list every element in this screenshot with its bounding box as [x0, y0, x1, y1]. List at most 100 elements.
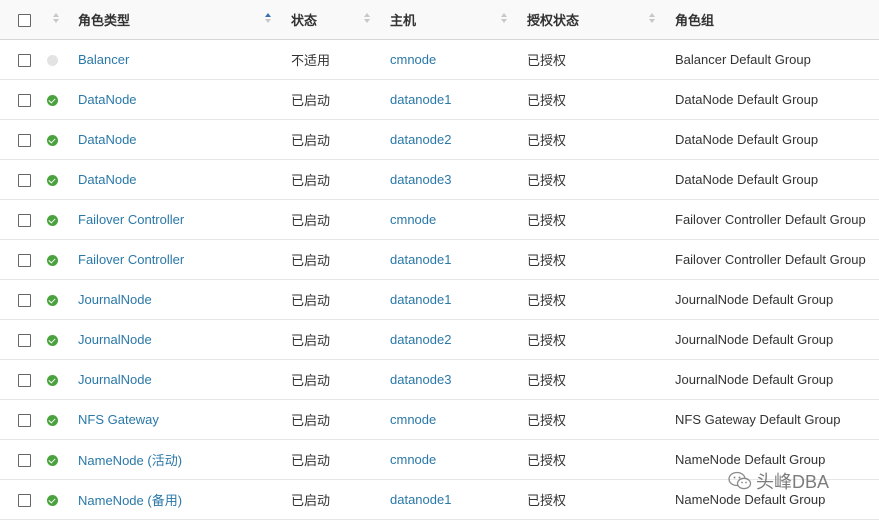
watermark-text: 头峰DBA [756, 472, 830, 492]
row-select-cell[interactable] [0, 359, 44, 399]
row-select-cell[interactable] [0, 439, 44, 479]
host-link[interactable]: datanode1 [390, 492, 451, 507]
status-column-header[interactable] [44, 0, 66, 40]
auth-cell: 已授权 [527, 52, 567, 68]
column-header-auth[interactable]: 授权状态 [515, 0, 663, 40]
role-type-cell: DataNode [66, 79, 279, 119]
role-group-cell: JournalNode Default Group [675, 371, 834, 387]
row-checkbox[interactable] [18, 453, 31, 467]
state-cell: 已启动 [291, 92, 331, 108]
status-good-icon [47, 174, 58, 186]
role-type-link[interactable]: Failover Controller [78, 212, 184, 227]
row-status-cell [44, 359, 66, 399]
role-type-link[interactable]: JournalNode [78, 372, 152, 387]
sort-icon[interactable] [649, 13, 655, 25]
host-cell: cmnode [378, 439, 515, 479]
column-header-role-group[interactable]: 角色组 [663, 0, 879, 40]
status-good-icon [47, 254, 58, 266]
state-cell: 已启动 [291, 412, 331, 428]
role-group-cell: DataNode Default Group [675, 171, 819, 187]
role-type-link[interactable]: JournalNode [78, 332, 152, 347]
row-select-cell[interactable] [0, 399, 44, 439]
role-type-link[interactable]: DataNode [78, 172, 137, 187]
row-status-cell [44, 39, 66, 79]
row-status-cell [44, 479, 66, 519]
table-row: JournalNode 已启动 datanode1 已授权 JournalNode De… [0, 279, 879, 319]
auth-cell: 已授权 [527, 412, 567, 428]
role-type-link[interactable]: Balancer [78, 52, 129, 67]
row-checkbox[interactable] [18, 213, 31, 227]
status-good-icon [47, 134, 58, 146]
row-checkbox[interactable] [18, 173, 31, 187]
row-checkbox[interactable] [18, 493, 31, 507]
role-type-link[interactable]: DataNode [78, 92, 137, 107]
row-select-cell[interactable] [0, 79, 44, 119]
status-good-icon [47, 214, 58, 226]
host-link[interactable]: cmnode [390, 212, 436, 227]
column-header-state[interactable]: 状态 [279, 0, 378, 40]
row-checkbox[interactable] [18, 53, 31, 67]
host-link[interactable]: cmnode [390, 452, 436, 467]
row-select-cell[interactable] [0, 479, 44, 519]
watermark: 头峰DBA [728, 468, 829, 494]
host-link[interactable]: datanode3 [390, 372, 451, 387]
row-status-cell [44, 439, 66, 479]
role-type-link[interactable]: NFS Gateway [78, 412, 159, 427]
sort-icon[interactable] [53, 13, 59, 25]
host-cell: datanode2 [378, 319, 515, 359]
table-row: DataNode 已启动 datanode1 已授权 DataNode Default … [0, 79, 879, 119]
row-select-cell[interactable] [0, 319, 44, 359]
row-checkbox[interactable] [18, 93, 31, 107]
select-all-checkbox[interactable] [18, 13, 31, 27]
row-select-cell[interactable] [0, 279, 44, 319]
auth-cell: 已授权 [527, 132, 567, 148]
role-type-link[interactable]: NameNode (活动) [78, 453, 182, 468]
host-link[interactable]: datanode1 [390, 92, 451, 107]
role-type-link[interactable]: Failover Controller [78, 252, 184, 267]
column-header-role-type[interactable]: 角色类型 [66, 0, 279, 40]
role-type-cell: NameNode (备用) [66, 479, 279, 519]
table-row: DataNode 已启动 datanode2 已授权 DataNode Default … [0, 119, 879, 159]
status-good-icon [47, 454, 58, 466]
row-select-cell[interactable] [0, 159, 44, 199]
column-header-host[interactable]: 主机 [378, 0, 515, 40]
sort-ascending-icon[interactable] [265, 13, 271, 25]
row-checkbox[interactable] [18, 373, 31, 387]
state-cell: 已启动 [291, 172, 331, 188]
host-link[interactable]: cmnode [390, 412, 436, 427]
role-type-link[interactable]: JournalNode [78, 292, 152, 307]
role-type-cell: DataNode [66, 119, 279, 159]
host-link[interactable]: datanode1 [390, 252, 451, 267]
column-header-label: 授权状态 [527, 12, 580, 28]
state-cell: 已启动 [291, 372, 331, 388]
row-checkbox[interactable] [18, 413, 31, 427]
row-select-cell[interactable] [0, 199, 44, 239]
sort-icon[interactable] [501, 13, 507, 25]
row-select-cell[interactable] [0, 39, 44, 79]
row-status-cell [44, 159, 66, 199]
column-header-label: 角色类型 [78, 12, 131, 28]
row-checkbox[interactable] [18, 333, 31, 347]
table-row: Failover Controller 已启动 cmnode 已授权 Failover … [0, 199, 879, 239]
row-status-cell [44, 319, 66, 359]
row-select-cell[interactable] [0, 119, 44, 159]
status-none-icon [47, 54, 58, 66]
select-all-header[interactable] [0, 0, 44, 40]
auth-cell: 已授权 [527, 452, 567, 468]
row-checkbox[interactable] [18, 253, 31, 267]
row-checkbox[interactable] [18, 133, 31, 147]
row-status-cell [44, 199, 66, 239]
table-row: JournalNode 已启动 datanode3 已授权 JournalNode De… [0, 359, 879, 399]
host-link[interactable]: datanode3 [390, 172, 451, 187]
host-link[interactable]: datanode2 [390, 332, 451, 347]
row-status-cell [44, 79, 66, 119]
row-select-cell[interactable] [0, 239, 44, 279]
status-good-icon [47, 414, 58, 426]
row-checkbox[interactable] [18, 293, 31, 307]
host-link[interactable]: datanode2 [390, 132, 451, 147]
role-type-link[interactable]: NameNode (备用) [78, 493, 182, 508]
host-link[interactable]: cmnode [390, 52, 436, 67]
sort-icon[interactable] [364, 13, 370, 25]
host-link[interactable]: datanode1 [390, 292, 451, 307]
role-type-link[interactable]: DataNode [78, 132, 137, 147]
